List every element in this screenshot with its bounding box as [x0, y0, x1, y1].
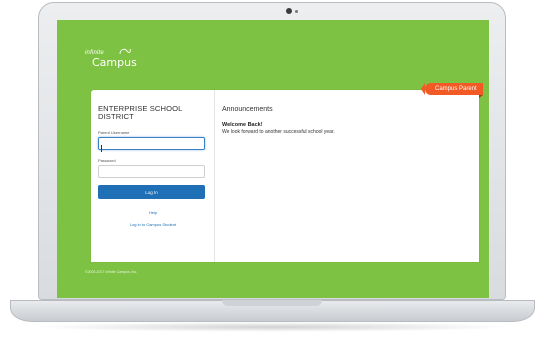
password-label: Password	[98, 158, 116, 163]
announcement-message: We look forward to another successful sc…	[222, 129, 335, 135]
campus-student-link[interactable]: Log in to Campus Student	[91, 222, 215, 227]
infinite-campus-logo: infinite Campus	[85, 48, 137, 69]
username-input[interactable]	[98, 137, 205, 150]
logo-big-text: Campus	[92, 56, 137, 69]
laptop-shadow	[30, 322, 515, 332]
help-link[interactable]: Help	[91, 210, 215, 215]
text-caret	[101, 145, 102, 152]
district-name: ENTERPRISE SCHOOL DISTRICT	[98, 104, 183, 121]
logo-swirl-icon	[119, 48, 131, 55]
campus-parent-badge: Campus Parent	[421, 83, 483, 98]
login-panel: ENTERPRISE SCHOOL DISTRICT Parent Userna…	[91, 90, 479, 262]
laptop-base-notch	[222, 300, 322, 306]
announcements-title: Announcements	[222, 106, 273, 113]
login-form: ENTERPRISE SCHOOL DISTRICT Parent Userna…	[91, 90, 215, 262]
webcam-icon	[286, 8, 292, 14]
webcam-indicator-icon	[295, 10, 298, 13]
footer-copyright: ©2003-2017 Infinite Campus, Inc.	[85, 270, 138, 274]
laptop-screen: infinite Campus ENTERPRISE SCHOOL DISTRI…	[57, 20, 489, 298]
password-input[interactable]	[98, 165, 205, 178]
username-label: Parent Username	[98, 130, 130, 135]
announcement-heading: Welcome Back!	[222, 122, 263, 128]
log-in-button[interactable]: Log In	[98, 185, 205, 199]
